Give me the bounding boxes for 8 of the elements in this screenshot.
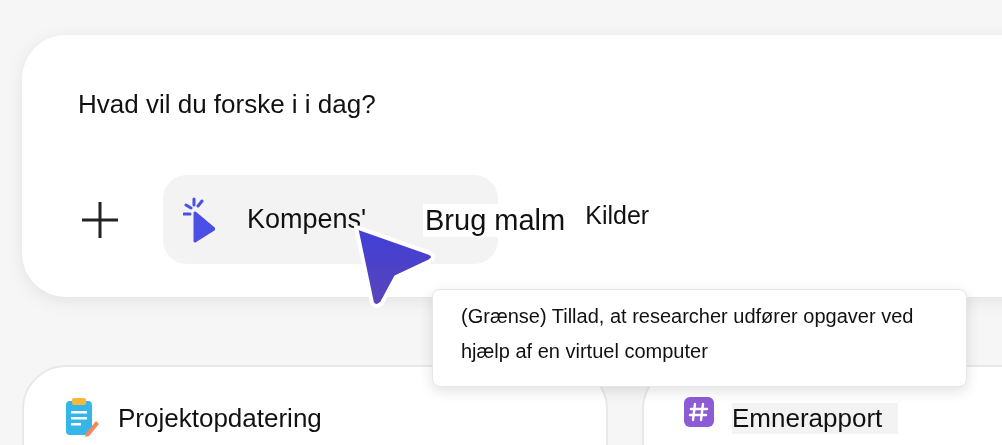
cursor-click-icon [183,196,215,243]
clipboard-icon [64,397,100,437]
template-card[interactable]: Projektopdatering [22,365,608,445]
card-title: Emnerapport [732,403,899,434]
hashtag-icon [684,397,714,427]
card-title: Projektopdatering [118,403,323,434]
tooltip: (Grænse) Tillad, at researcher udfører opgaver ved hjælp af en virtuel computer [432,289,967,387]
prompt-text: Hvad vil du forske i i dag? [78,88,377,121]
